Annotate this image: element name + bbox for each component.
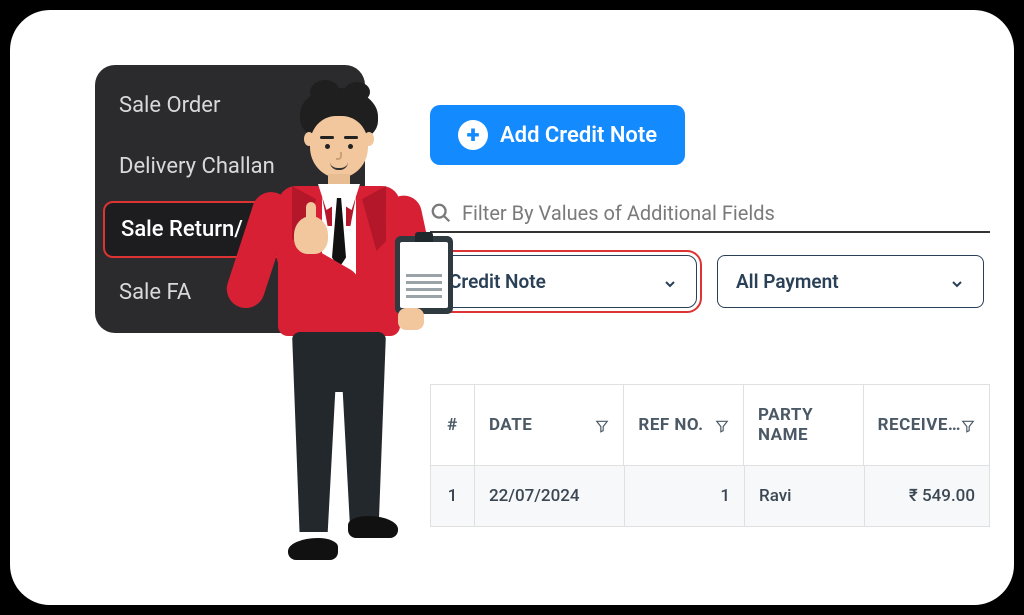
col-received[interactable]: RECEIVE… — [864, 385, 989, 465]
table-header-row: # DATE REF NO. PARTY NAME RECEIVE… — [431, 385, 989, 466]
plus-icon: + — [458, 120, 488, 150]
filter-icon[interactable] — [715, 418, 729, 432]
cell-ref: 1 — [625, 466, 745, 526]
chevron-down-icon — [949, 274, 965, 290]
filter-payment-value: All Payment — [736, 270, 839, 293]
filter-icon[interactable] — [961, 418, 975, 432]
filter-search-input[interactable] — [462, 201, 990, 225]
cell-index: 1 — [431, 466, 475, 526]
filter-payment-select[interactable]: All Payment — [717, 255, 984, 308]
filter-search[interactable] — [430, 201, 990, 233]
filter-icon[interactable] — [595, 418, 609, 432]
filter-type-value: Credit Note — [449, 270, 546, 293]
credit-note-table: # DATE REF NO. PARTY NAME RECEIVE… 1 22/… — [430, 384, 990, 527]
main-content: + Add Credit Note Credit Note All Paymen… — [430, 105, 984, 527]
col-ref[interactable]: REF NO. — [624, 385, 744, 465]
add-button-label: Add Credit Note — [500, 123, 657, 148]
cell-received: ₹ 549.00 — [865, 466, 989, 526]
col-date[interactable]: DATE — [475, 385, 624, 465]
add-credit-note-button[interactable]: + Add Credit Note — [430, 105, 685, 165]
app-window: Sale Order Delivery Challan Sale Return/… — [10, 10, 1014, 605]
table-row[interactable]: 1 22/07/2024 1 Ravi ₹ 549.00 — [431, 466, 989, 526]
filter-type-select[interactable]: Credit Note — [430, 255, 697, 308]
col-party[interactable]: PARTY NAME — [744, 385, 864, 465]
cell-date: 22/07/2024 — [475, 466, 625, 526]
search-icon — [430, 202, 452, 224]
cell-party: Ravi — [745, 466, 865, 526]
character-illustration — [240, 88, 420, 568]
chevron-down-icon — [662, 274, 678, 290]
col-index[interactable]: # — [431, 385, 475, 465]
